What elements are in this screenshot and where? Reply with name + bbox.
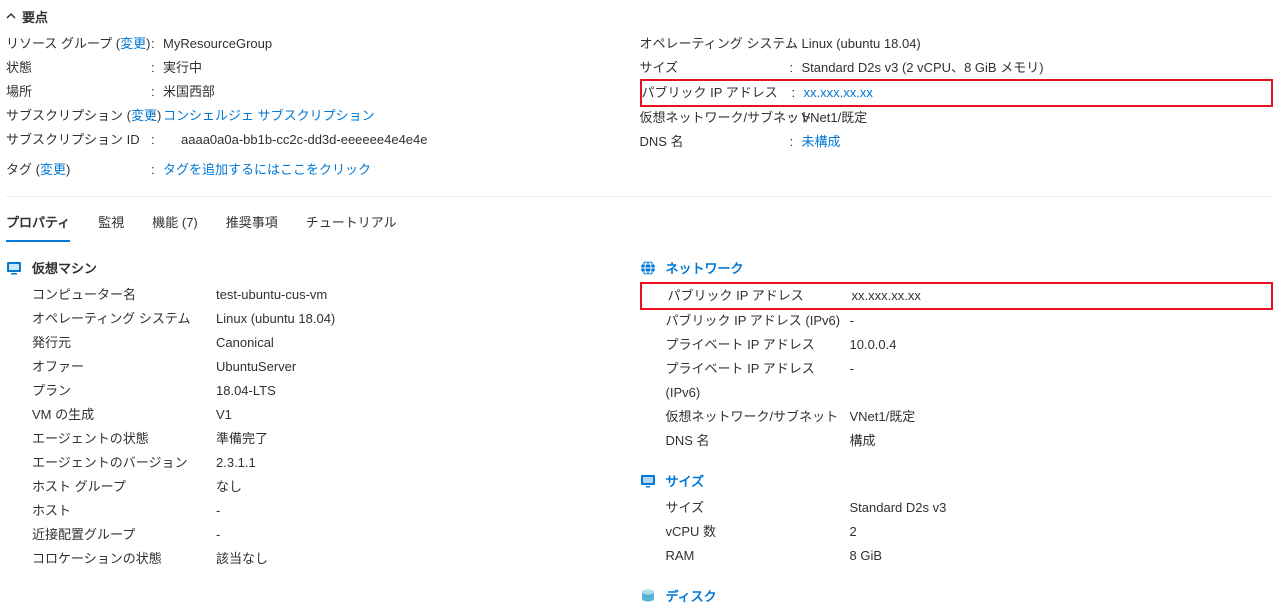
vm-colocation-value: 該当なし [216, 547, 268, 571]
vm-host-group-label: ホスト グループ [32, 475, 216, 499]
resource-group-label-end: ) [146, 36, 150, 51]
resource-group-value: MyResourceGroup [163, 32, 272, 56]
vm-plan-value: 18.04-LTS [216, 379, 276, 403]
vm-colocation-label: コロケーションの状態 [32, 547, 216, 571]
network-dns-label: DNS 名 [666, 429, 850, 453]
public-ip-link[interactable]: xx.xxx.xx.xx [804, 81, 873, 105]
network-vnet-value: VNet1/既定 [850, 405, 916, 429]
tags-change-link[interactable]: 変更 [40, 162, 66, 177]
resource-group-label: リソース グループ ( [6, 36, 120, 51]
essentials-right: オペレーティング システム : Linux (ubuntu 18.04) サイズ… [640, 32, 1274, 182]
vm-plan-label: プラン [32, 379, 216, 403]
disk-icon [640, 588, 656, 604]
network-section-title[interactable]: ネットワーク [666, 258, 744, 277]
size-value: Standard D2s v3 (2 vCPU、8 GiB メモリ) [802, 56, 1044, 80]
vm-offer-label: オファー [32, 355, 216, 379]
dns-configure-link[interactable]: 未構成 [802, 130, 841, 154]
disk-section-title[interactable]: ディスク [666, 586, 717, 605]
vm-gen-label: VM の生成 [32, 403, 216, 427]
vm-gen-value: V1 [216, 403, 232, 427]
vm-publisher-label: 発行元 [32, 331, 216, 355]
network-public-ipv6-value: - [850, 309, 854, 333]
vm-host-group-value[interactable]: なし [216, 475, 242, 499]
vm-host-label: ホスト [32, 499, 216, 523]
network-private-ipv6-label: プライベート IP アドレス (IPv6) [666, 357, 850, 405]
subscription-value-link[interactable]: コンシェルジェ サブスクリプション [163, 104, 375, 128]
vnet-label: 仮想ネットワーク/サブネット [640, 106, 790, 130]
network-public-ip-highlighted-row: パブリック IP アドレス xx.xxx.xx.xx [640, 282, 1274, 310]
size-size-value: Standard D2s v3 [850, 496, 947, 520]
essentials-toggle[interactable]: 要点 [6, 0, 1273, 28]
tags-label: タグ ( [6, 162, 40, 177]
essentials-body: リソース グループ (変更) : MyResourceGroup 状態 : 実行… [6, 28, 1273, 190]
size-vcpu-label: vCPU 数 [666, 520, 850, 544]
disk-section: ディスク [640, 586, 1274, 605]
vm-publisher-value: Canonical [216, 331, 274, 355]
vm-ppg-value: - [216, 523, 220, 547]
vm-computer-name-label: コンピューター名 [32, 283, 216, 307]
tabs: プロパティ 監視 機能 (7) 推奨事項 チュートリアル [6, 197, 1273, 242]
tags-add-link[interactable]: タグを追加するにはここをクリック [163, 158, 371, 182]
tab-recommend[interactable]: 推奨事項 [226, 205, 278, 242]
properties-left-col: 仮想マシン コンピューター名test-ubuntu-cus-vm オペレーティン… [6, 258, 640, 611]
vm-agent-version-value: 2.3.1.1 [216, 451, 256, 475]
network-public-ip-label: パブリック IP アドレス [668, 284, 852, 308]
network-vnet-label: 仮想ネットワーク/サブネット [666, 405, 850, 429]
tab-tutorial[interactable]: チュートリアル [306, 205, 397, 242]
status-value: 実行中 [163, 56, 202, 80]
vm-offer-value: UbuntuServer [216, 355, 296, 379]
public-ip-label: パブリック IP アドレス [642, 81, 792, 105]
essentials-left: リソース グループ (変更) : MyResourceGroup 状態 : 実行… [6, 32, 640, 182]
size-label: サイズ [640, 56, 790, 80]
network-private-ipv6-value: - [850, 357, 854, 405]
essentials-title: 要点 [22, 7, 48, 26]
size-icon [640, 473, 656, 489]
chevron-up-icon [6, 11, 16, 23]
subscription-id-value: aaaa0a0a-bb1b-cc2c-dd3d-eeeeee4e4e4e [163, 128, 428, 152]
vm-agent-status-value: 準備完了 [216, 427, 268, 451]
vm-ppg-label: 近接配置グループ [32, 523, 216, 547]
vm-os-value: Linux (ubuntu 18.04) [216, 307, 335, 331]
network-private-ip-value: 10.0.0.4 [850, 333, 897, 357]
vm-icon [6, 260, 22, 276]
size-vcpu-value: 2 [850, 520, 857, 544]
network-private-ip-label: プライベート IP アドレス [666, 333, 850, 357]
size-ram-value: 8 GiB [850, 544, 883, 568]
size-ram-label: RAM [666, 544, 850, 568]
tab-features[interactable]: 機能 (7) [152, 205, 198, 242]
subscription-id-label: サブスクリプション ID [6, 128, 151, 152]
vm-computer-name-value: test-ubuntu-cus-vm [216, 283, 327, 307]
vm-host-value: - [216, 499, 220, 523]
network-section: ネットワーク パブリック IP アドレス xx.xxx.xx.xx パブリック … [640, 258, 1274, 471]
subscription-label: サブスクリプション ( [6, 108, 131, 123]
dns-label: DNS 名 [640, 130, 790, 154]
vm-agent-version-label: エージェントのバージョン [32, 451, 216, 475]
network-public-ipv6-label: パブリック IP アドレス (IPv6) [666, 309, 850, 333]
location-value: 米国西部 [163, 80, 215, 104]
status-label: 状態 [6, 56, 151, 80]
tags-label-end: ) [66, 162, 70, 177]
network-public-ip-value[interactable]: xx.xxx.xx.xx [852, 284, 921, 308]
size-section: サイズ サイズStandard D2s v3 vCPU 数2 RAM8 GiB [640, 471, 1274, 586]
properties-content: 仮想マシン コンピューター名test-ubuntu-cus-vm オペレーティン… [6, 242, 1273, 611]
os-value: Linux (ubuntu 18.04) [802, 32, 921, 56]
os-label: オペレーティング システム [640, 32, 790, 56]
public-ip-highlighted-row: パブリック IP アドレス : xx.xxx.xx.xx [640, 79, 1274, 107]
tab-monitor[interactable]: 監視 [98, 205, 124, 242]
size-size-label: サイズ [666, 496, 850, 520]
vm-agent-status-label: エージェントの状態 [32, 427, 216, 451]
resource-group-change-link[interactable]: 変更 [120, 36, 146, 51]
vm-section: 仮想マシン コンピューター名test-ubuntu-cus-vm オペレーティン… [6, 258, 640, 589]
vm-section-title: 仮想マシン [32, 258, 97, 277]
properties-right-col: ネットワーク パブリック IP アドレス xx.xxx.xx.xx パブリック … [640, 258, 1274, 611]
size-section-title[interactable]: サイズ [666, 471, 705, 490]
tab-properties[interactable]: プロパティ [6, 205, 70, 242]
vnet-value: VNet1/既定 [802, 106, 868, 130]
location-label: 場所 [6, 80, 151, 104]
vm-os-label: オペレーティング システム [32, 307, 216, 331]
network-icon [640, 260, 656, 276]
network-dns-value[interactable]: 構成 [850, 429, 876, 453]
